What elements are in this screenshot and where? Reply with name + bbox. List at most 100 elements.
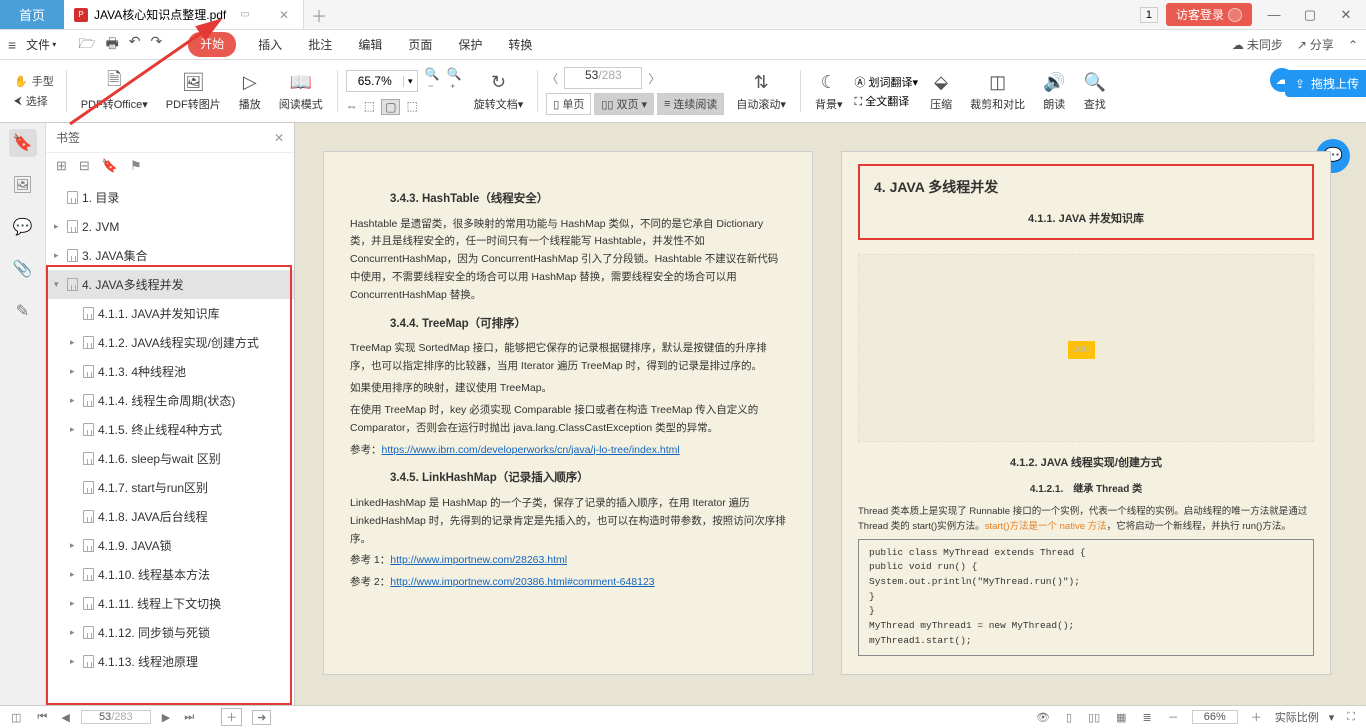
- eye-icon[interactable]: 👁: [1033, 711, 1053, 724]
- last-page-icon[interactable]: ⏭: [181, 711, 197, 724]
- actual-size-icon[interactable]: ▢: [381, 99, 400, 115]
- crop-compare[interactable]: ◫裁剪和对比: [964, 70, 1031, 112]
- bookmark-item[interactable]: ▸4.1.2. JAVA线程实现/创建方式: [46, 328, 294, 357]
- continuous-view-icon[interactable]: ≣: [1140, 711, 1155, 724]
- bookmark-item-selected[interactable]: ▾4. JAVA多线程并发: [46, 270, 294, 299]
- read-mode[interactable]: 📖阅读模式: [273, 70, 329, 112]
- status-page-input[interactable]: 53/283: [81, 710, 151, 724]
- bookmark-item[interactable]: ▸4.1.9. JAVA锁: [46, 531, 294, 560]
- notification-badge[interactable]: 1: [1140, 7, 1158, 23]
- open-icon[interactable]: 🗁: [78, 33, 95, 57]
- print-icon[interactable]: 🖶: [106, 33, 119, 57]
- undo-icon[interactable]: ↶: [129, 33, 141, 57]
- hand-tool[interactable]: ✋手型: [14, 73, 54, 89]
- autoscroll[interactable]: ⇅自动滚动▾: [730, 70, 792, 112]
- tab-insert[interactable]: 插入: [254, 32, 286, 57]
- attachment-panel-icon[interactable]: 📎: [9, 255, 37, 283]
- word-translate[interactable]: Ⓐ 划词翻译▾: [854, 74, 918, 90]
- background[interactable]: ☾背景▾: [809, 70, 849, 112]
- add-bookmark-icon[interactable]: 🔖: [102, 158, 118, 174]
- toggle-sidebar-icon[interactable]: ◫: [8, 711, 24, 724]
- prev-page-icon[interactable]: ◀: [58, 711, 72, 724]
- prev-page-icon[interactable]: 〈: [546, 70, 558, 87]
- double-page-button[interactable]: ▯▯双页▾: [594, 93, 654, 115]
- grid-view-icon[interactable]: ▦: [1113, 711, 1129, 724]
- tab-edit[interactable]: 编辑: [354, 32, 386, 57]
- bookmark-item[interactable]: ▸4.1.13. 线程池原理: [46, 647, 294, 676]
- fit-width-icon[interactable]: ⇔: [346, 99, 358, 115]
- zoom-input[interactable]: 65.7%▾: [346, 70, 418, 92]
- link[interactable]: http://www.importnew.com/20386.html#comm…: [390, 576, 654, 588]
- sync-status[interactable]: 未同步: [1232, 36, 1283, 53]
- bookmark-item[interactable]: ▸4.1.5. 终止线程4种方式: [46, 415, 294, 444]
- bookmark-settings-icon[interactable]: ⚑: [130, 158, 142, 174]
- zoom-out-icon[interactable]: 🔍⁻: [422, 67, 440, 95]
- expand-all-icon[interactable]: ⊞: [56, 158, 67, 174]
- zoom-out-status-icon[interactable]: －: [1165, 709, 1182, 725]
- fit-page-icon[interactable]: ⬚: [364, 99, 375, 115]
- tab-page[interactable]: 页面: [404, 32, 436, 57]
- bookmark-item[interactable]: ▸4.1.3. 4种线程池: [46, 357, 294, 386]
- new-tab-button[interactable]: ＋: [304, 0, 334, 29]
- redo-icon[interactable]: ↷: [151, 33, 163, 57]
- tab-home[interactable]: 首页: [0, 0, 64, 29]
- signature-panel-icon[interactable]: ✎: [9, 297, 37, 325]
- read-aloud[interactable]: 🔊朗读: [1037, 70, 1071, 112]
- pdf-to-office[interactable]: 🗎PDF转Office▾: [75, 70, 154, 112]
- bookmark-item[interactable]: 4.1.1. JAVA并发知识库: [46, 299, 294, 328]
- bookmark-item[interactable]: ▸4.1.4. 线程生命周期(状态): [46, 386, 294, 415]
- zoom-in-icon[interactable]: 🔍⁺: [444, 67, 462, 95]
- next-page-icon[interactable]: ▶: [159, 711, 173, 724]
- link[interactable]: http://www.importnew.com/28263.html: [390, 554, 567, 566]
- tab-convert[interactable]: 转换: [504, 32, 536, 57]
- tab-document[interactable]: P JAVA核心知识点整理.pdf ▭ ✕: [64, 0, 304, 29]
- bookmark-item[interactable]: ▸2. JVM: [46, 212, 294, 241]
- bookmark-item[interactable]: ▸4.1.11. 线程上下文切换: [46, 589, 294, 618]
- file-menu[interactable]: 文件 ▾: [26, 36, 56, 53]
- minimize-icon[interactable]: —: [1260, 7, 1288, 22]
- tab-protect[interactable]: 保护: [454, 32, 486, 57]
- first-page-icon[interactable]: ⏮: [34, 711, 50, 724]
- close-window-icon[interactable]: ✕: [1332, 7, 1360, 23]
- maximize-icon[interactable]: ▢: [1296, 7, 1324, 23]
- bookmark-item[interactable]: 4.1.7. start与run区别: [46, 473, 294, 502]
- next-page-icon[interactable]: 〉: [648, 70, 660, 87]
- zoom-in-status-icon[interactable]: ＋: [1248, 709, 1265, 725]
- pdf-viewer[interactable]: 💬 3.4.3. HashTable（线程安全） Hashtable 是遗留类，…: [295, 123, 1366, 705]
- status-zoom-input[interactable]: 66%: [1192, 710, 1238, 724]
- presentation-icon[interactable]: ▭: [240, 9, 249, 20]
- double-view-icon[interactable]: ▯▯: [1085, 711, 1103, 724]
- bookmark-item[interactable]: ▸3. JAVA集合: [46, 241, 294, 270]
- continuous-button[interactable]: ≡连续阅读: [657, 93, 724, 115]
- full-translate[interactable]: ⛶ 全文翻译: [854, 93, 918, 109]
- select-tool[interactable]: ⮜选择: [14, 93, 54, 109]
- close-tab-icon[interactable]: ✕: [275, 8, 293, 22]
- zoom-lock-icon[interactable]: ⬚: [406, 99, 417, 115]
- login-button[interactable]: 访客登录: [1166, 3, 1252, 26]
- single-view-icon[interactable]: ▯: [1063, 711, 1075, 724]
- view-remove-icon[interactable]: ➜: [252, 710, 271, 725]
- bookmark-item[interactable]: ▸4.1.10. 线程基本方法: [46, 560, 294, 589]
- page-number-input[interactable]: 53/283: [564, 67, 642, 89]
- single-page-button[interactable]: ▯单页: [546, 93, 591, 115]
- bookmark-item[interactable]: 1. 目录: [46, 183, 294, 212]
- thumbnail-panel-icon[interactable]: 🖼: [9, 171, 37, 199]
- fullscreen-icon[interactable]: ⛶: [1344, 711, 1358, 724]
- menu-collapse-icon[interactable]: ⌃: [1348, 38, 1358, 52]
- bookmark-item[interactable]: 4.1.8. JAVA后台线程: [46, 502, 294, 531]
- play-button[interactable]: ▷播放: [233, 70, 267, 112]
- tab-annotate[interactable]: 批注: [304, 32, 336, 57]
- bookmark-panel-icon[interactable]: 🔖: [9, 129, 37, 157]
- hamburger-icon[interactable]: ≡: [8, 37, 16, 53]
- drag-upload-button[interactable]: ⇪拖拽上传: [1285, 70, 1366, 97]
- bookmark-item[interactable]: ▸4.1.12. 同步锁与死锁: [46, 618, 294, 647]
- pdf-to-image[interactable]: 🖼PDF转图片: [160, 70, 227, 112]
- tab-start[interactable]: 开始: [188, 32, 236, 57]
- actual-scale-button[interactable]: 实际比例: [1275, 709, 1319, 725]
- bookmark-item[interactable]: 4.1.6. sleep与wait 区别: [46, 444, 294, 473]
- rotate-doc[interactable]: ↻旋转文档▾: [468, 70, 530, 112]
- comment-panel-icon[interactable]: 💬: [9, 213, 37, 241]
- view-add-icon[interactable]: ＋: [221, 708, 242, 726]
- compress[interactable]: ⬙压缩: [924, 70, 958, 112]
- share-button[interactable]: 分享: [1297, 36, 1334, 53]
